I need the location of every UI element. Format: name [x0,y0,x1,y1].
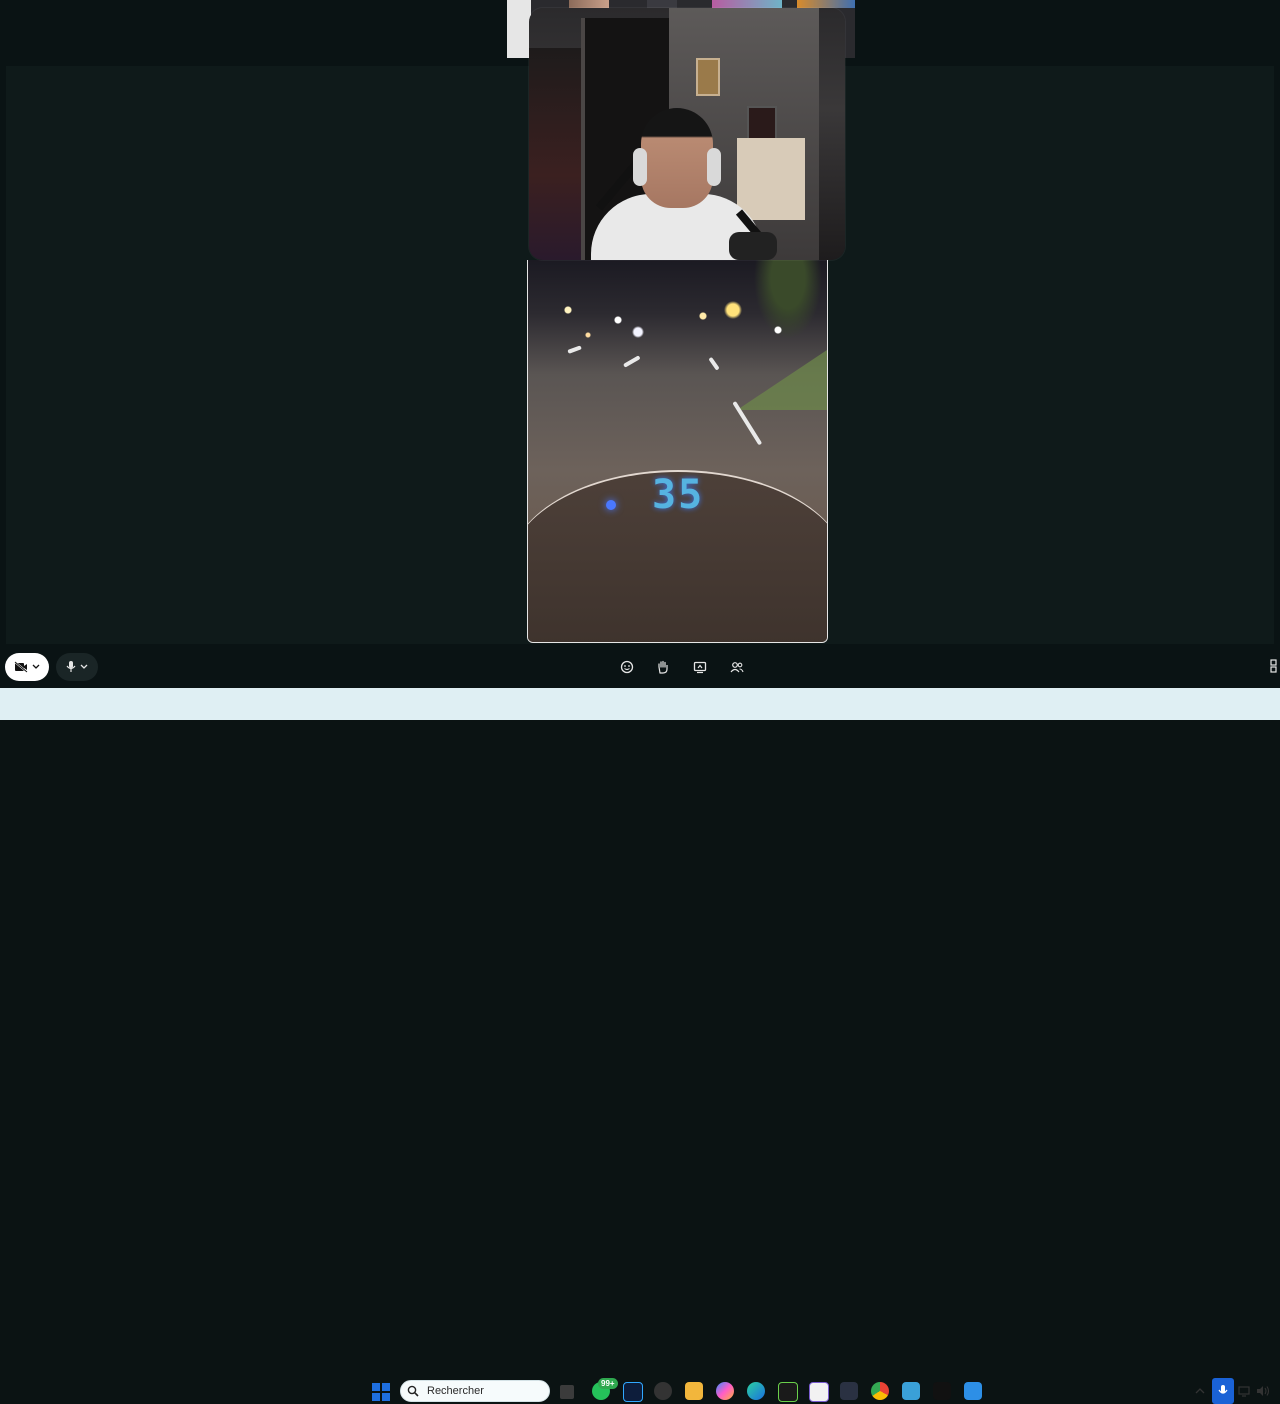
whatsapp-badge: 99+ [598,1378,618,1389]
windows-logo-icon [382,1383,390,1391]
hand-icon [658,660,668,674]
windows-start-button[interactable] [372,1383,390,1401]
webcam-scene-poster [696,58,720,96]
search-icon [407,1385,419,1397]
video-scene-grass [737,350,827,410]
people-button[interactable] [727,657,747,677]
chevron-down-icon[interactable] [80,664,88,670]
webcam-feed[interactable] [529,8,845,260]
taskbar-search[interactable]: Rechercher [400,1380,550,1402]
file-explorer-icon[interactable] [560,1385,574,1399]
app-icon[interactable] [654,1382,672,1400]
hud-speed: 35 [652,472,705,518]
windows-logo-icon [372,1393,380,1401]
display-icon[interactable] [1238,1383,1252,1399]
share-screen-button[interactable] [690,657,710,677]
photos-icon[interactable] [964,1382,982,1400]
participant-thumbnail[interactable] [647,0,677,8]
headphone-icon [707,148,721,186]
headphone-icon [633,148,647,186]
chevron-up-icon[interactable] [1193,1383,1207,1399]
app-icon[interactable] [933,1382,951,1400]
participant-thumbnail[interactable] [712,0,782,8]
photoshop-icon[interactable] [623,1382,643,1402]
microphone-icon [66,661,76,672]
windows-taskbar: Rechercher 99+ [0,688,1280,1404]
layout-grid-icon[interactable] [1270,659,1278,673]
reactions-button[interactable] [617,657,637,677]
person-head [641,108,713,208]
microphone-tray-button[interactable] [1212,1378,1234,1404]
share-screen-icon [693,661,707,674]
lane-marking [623,355,641,368]
windows-logo-icon [382,1393,390,1401]
smiley-icon [620,660,634,674]
participant-thumbnail[interactable] [569,0,609,8]
participant-thumbnail[interactable] [797,0,855,8]
app-icon[interactable] [809,1382,829,1402]
lane-marking [567,345,582,354]
microphone-toggle-button[interactable] [56,653,98,681]
meeting-toolbar [0,648,1280,686]
raise-hand-button[interactable] [653,657,673,677]
meeting-window: 35 [0,0,1280,688]
video-scene-lights [528,290,827,340]
chrome-icon[interactable] [871,1382,889,1400]
webcam-scene-shelf [529,48,581,260]
app-icon[interactable] [778,1382,798,1402]
windows-logo-icon [372,1383,380,1391]
hud-indicator [606,500,616,510]
webcam-scene-frame [747,106,777,140]
lane-marking [708,356,720,371]
participant-thumbnail[interactable] [507,0,531,58]
edge-icon[interactable] [747,1382,765,1400]
people-icon [730,662,744,673]
search-placeholder: Rechercher [427,1385,484,1397]
folder-icon[interactable] [685,1382,703,1400]
chevron-down-icon[interactable] [32,664,40,670]
webcam-scene-dresser [737,138,805,220]
app-icon[interactable] [840,1382,858,1400]
shared-video: 35 [527,260,828,643]
volume-icon[interactable] [1256,1383,1270,1399]
notepad-icon[interactable] [902,1382,920,1400]
microphone-icon [1218,1385,1228,1394]
copilot-icon[interactable] [716,1382,734,1400]
camera-off-icon [14,661,28,673]
desk-microphone [729,232,777,260]
camera-toggle-button[interactable] [5,653,49,681]
